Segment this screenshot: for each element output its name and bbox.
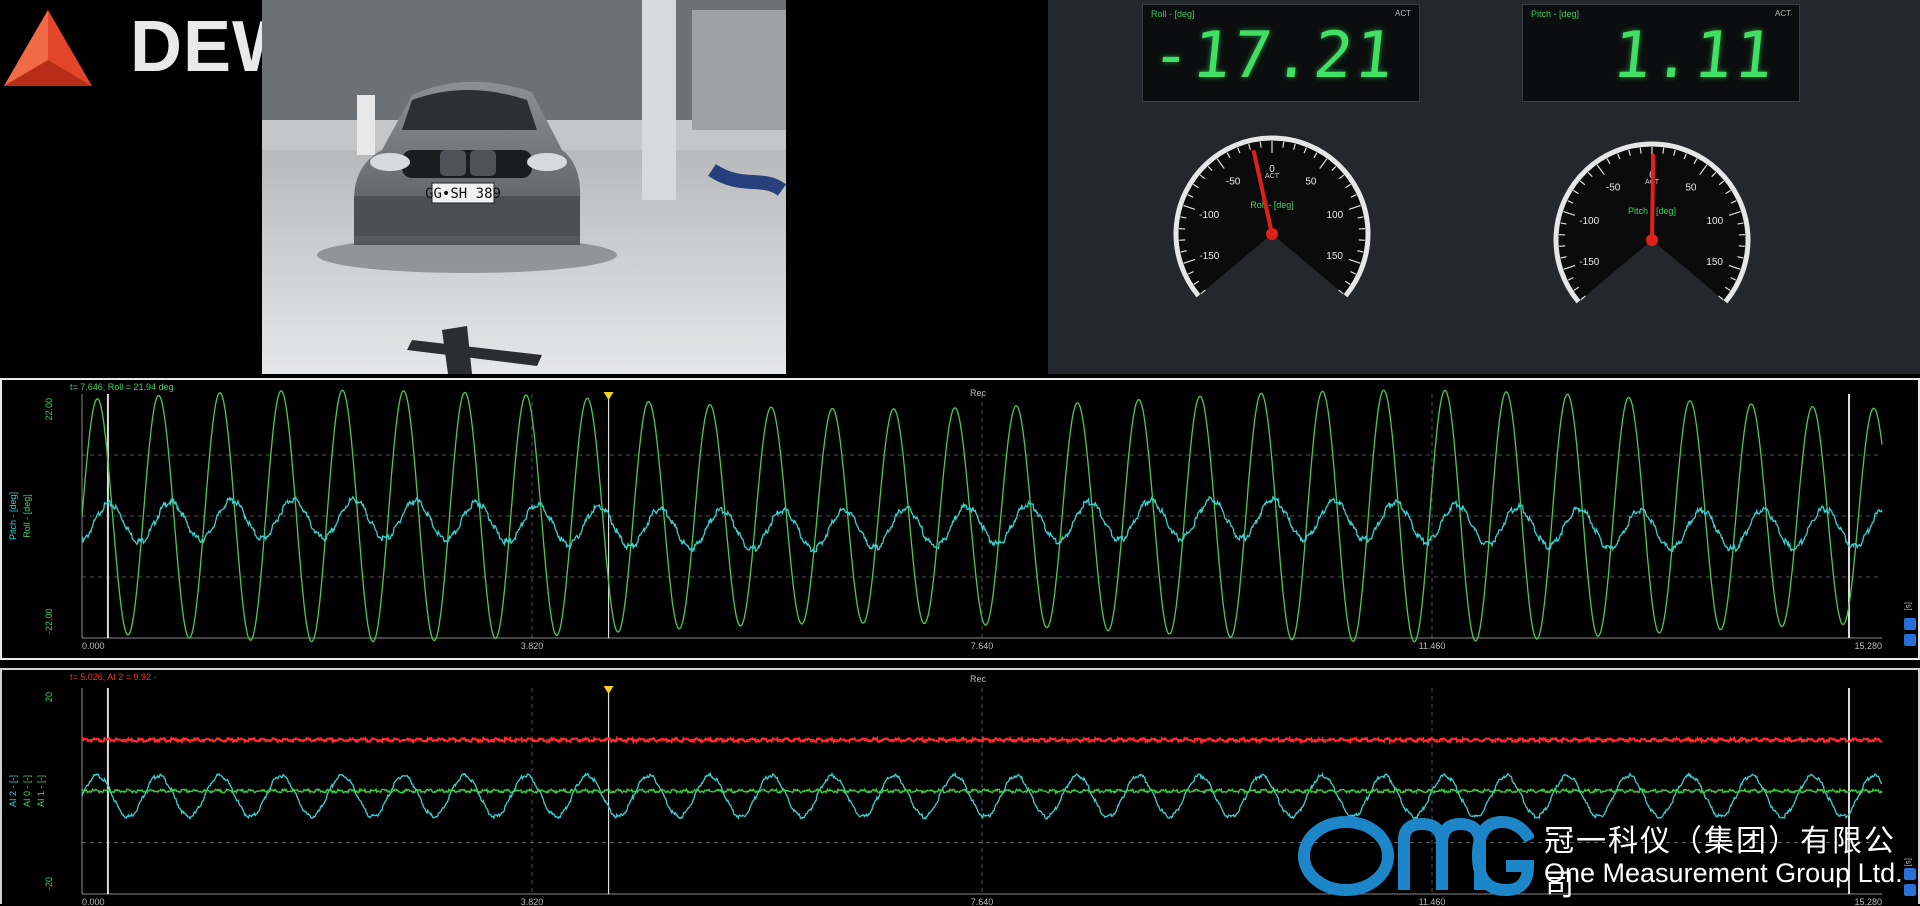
channel-label: AI 1 - [-] [36,775,46,807]
channel-label: AI 0 - [-] [22,775,32,807]
x-unit-label: [s] [1904,602,1913,610]
omg-logo-icon [1294,810,1534,900]
roll-dial-label: Roll - [deg] [1250,200,1294,210]
roll-value: -17.21 [1148,19,1399,93]
roll-pitch-plot[interactable]: 0.000 3.820 7.640 11.460 15.280 [s] 22.00 -22.0… [2,380,1918,658]
pitch-dial-tick-label: -150 [1579,257,1599,268]
x-tick-label: 3.820 [521,897,544,906]
roll-needle-hub [1266,228,1278,240]
pitch-dial-tick-label: -100 [1579,216,1599,227]
channel-label: Roll - [deg] [22,494,32,538]
x-tick-label: 11.460 [1419,641,1446,651]
pitch-digital-label: Pitch - [deg] [1531,9,1579,19]
y-bottom-label: -20 [44,877,54,890]
pitch-digital-display: Pitch - [deg] ACT 1.11 [1522,4,1800,102]
dewesoft-brand: DEWESoft® [0,0,262,98]
roll-dial-tick-label: 100 [1327,210,1344,221]
pitch-dial-tick-label: 100 [1707,216,1724,227]
omg-english-name: One Measurement Group Ltd. [1544,858,1903,889]
chart2-mode-label: Rec [970,674,986,684]
roll-pitch-chart[interactable]: 0.000 3.820 7.640 11.460 15.280 [s] 22.00 -22.0… [0,378,1920,660]
roll-dial-tick-label: -100 [1199,210,1219,221]
pitch-needle-hub [1646,234,1658,246]
pitch-needle [1652,156,1653,240]
chart1-scroll-button[interactable] [1904,634,1916,646]
license-plate: GG•SH 389 [425,186,501,202]
y-bottom-label: -22.00 [44,608,54,634]
roll-dial-gauge: -150-100-50050100150Roll - [deg]ACT [1172,134,1372,334]
channel-label: Pitch - [deg] [8,492,18,540]
pitch-dial-gauge: -150-100-50050100150Pitch - [deg]ACT [1552,140,1752,340]
chart1-zoom-button[interactable] [1904,618,1916,630]
pitch-value: 1.11 [1609,19,1779,93]
channel-label: AI 2 - [-] [8,775,18,807]
car-video-frame: GG•SH 389 [262,0,786,374]
roll-dial-act: ACT [1265,173,1280,180]
roll-digital-label: Roll - [deg] [1151,9,1195,19]
x-tick-label: 15.280 [1854,641,1882,651]
cursor-yellow-marker [604,686,614,694]
pitch-act-badge: ACT [1775,9,1791,18]
x-tick-label: 0.000 [82,641,105,651]
chart2-cursor-readout: t= 5.026; AI 2 = 9.92 - [70,672,157,682]
roll-digital-display: Roll - [deg] ACT -17.21 [1142,4,1420,102]
chart1-cursor-readout: t= 7.646; Roll = 21.94 deg [70,382,174,392]
chart1-mode-label: Rec [970,388,986,398]
pitch-dial-tick [1663,148,1664,154]
pitch-dial-tick [1640,148,1641,154]
gauge-panel: Roll - [deg] ACT -17.21 Pitch - [deg] AC… [1048,0,1920,374]
roll-act-badge: ACT [1395,9,1411,18]
y-top-label: 22.00 [44,398,54,421]
x-tick-label: 0.000 [82,897,105,906]
roll-dial-tick-label: 150 [1326,251,1343,262]
pitch-dial-tick-label: 150 [1706,257,1723,268]
roll-dial-tick-label: 50 [1305,177,1317,188]
roll-dial-tick-label: -50 [1226,177,1241,188]
roll-dial-tick [1283,142,1284,148]
omg-watermark: 冠一科仪（集团）有限公司 One Measurement Group Ltd. [1294,810,1914,904]
dewesoft-logo-icon [0,4,100,100]
pitch-dial-tick-label: 50 [1685,183,1697,194]
roll-dial-tick [1260,142,1261,148]
x-tick-label: 7.640 [971,641,994,651]
video-panel: GG•SH 389 [262,0,786,374]
x-tick-label: 3.820 [521,641,544,651]
x-tick-label: 7.640 [971,897,994,906]
pitch-dial-tick-label: -50 [1606,183,1621,194]
y-top-label: 20 [44,692,54,702]
roll-dial-tick-label: -150 [1199,251,1219,262]
cursor-yellow-marker [604,392,614,400]
